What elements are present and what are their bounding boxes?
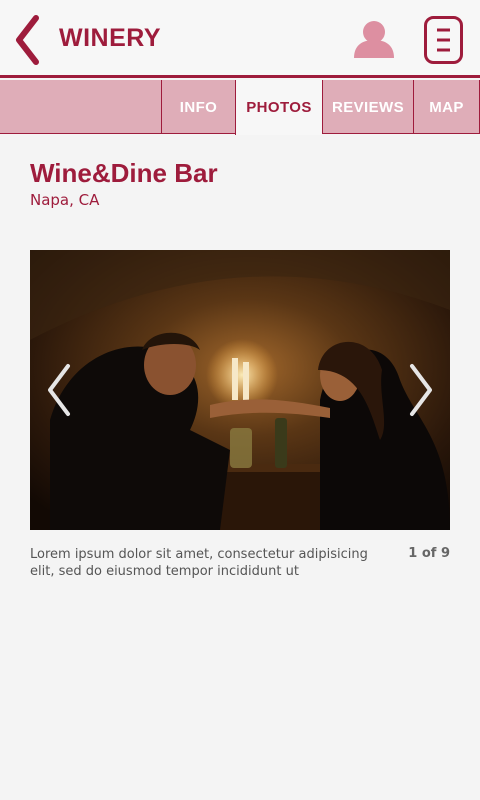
user-icon xyxy=(354,21,394,58)
photo-caption: Lorem ipsum dolor sit amet, consectetur … xyxy=(30,547,368,579)
menu-button[interactable] xyxy=(424,16,463,64)
gallery-photo[interactable] xyxy=(30,250,450,530)
photo-scene xyxy=(30,250,450,530)
chevron-right-icon xyxy=(410,364,432,416)
tab-bar: INFO PHOTOS REVIEWS MAP xyxy=(0,80,480,135)
tab-reviews[interactable]: REVIEWS xyxy=(322,80,413,134)
tab-map[interactable]: MAP xyxy=(413,80,480,134)
venue-name: Wine&Dine Bar xyxy=(30,158,218,188)
previous-photo-button[interactable] xyxy=(42,360,78,420)
app-title: WINERY xyxy=(59,24,162,52)
back-button[interactable] xyxy=(12,14,44,66)
menu-icon xyxy=(424,16,463,64)
next-photo-button[interactable] xyxy=(402,360,438,420)
app-header: WINERY xyxy=(0,0,480,78)
tab-photos[interactable]: PHOTOS xyxy=(235,80,322,135)
user-button[interactable] xyxy=(350,18,398,62)
photo-counter: 1 of 9 xyxy=(408,546,450,561)
venue-location: Napa, CA xyxy=(30,191,100,209)
tab-info[interactable]: INFO xyxy=(161,80,235,134)
chevron-left-icon xyxy=(48,364,70,416)
chevron-left-icon xyxy=(16,15,39,65)
